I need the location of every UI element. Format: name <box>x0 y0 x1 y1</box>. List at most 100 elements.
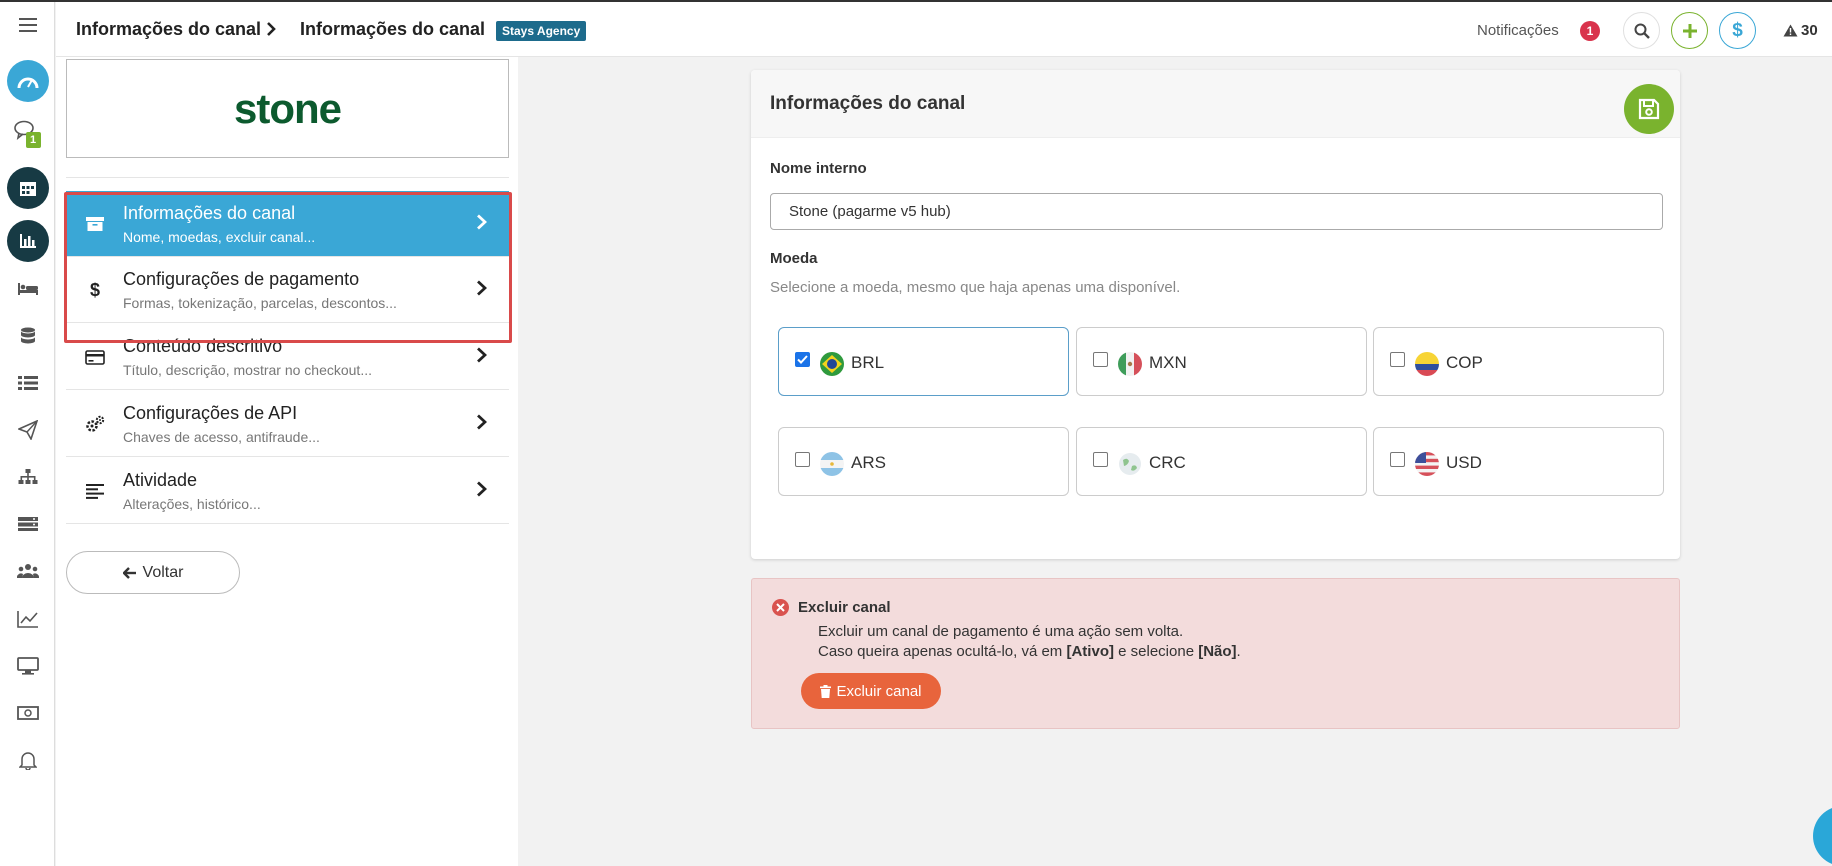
rail-chart-line[interactable] <box>0 596 55 642</box>
side-menu-api-settings[interactable]: Configurações de API Chaves de acesso, a… <box>66 391 509 457</box>
bed-icon <box>17 283 38 295</box>
currency-code: USD <box>1446 453 1482 472</box>
currency-checkbox[interactable] <box>1093 352 1108 367</box>
dollar-icon: $ <box>1732 19 1743 41</box>
chat-widget-button[interactable] <box>1813 806 1832 866</box>
rail-chat[interactable]: 1 <box>0 112 55 158</box>
sitemap-icon <box>18 469 37 484</box>
gears-icon <box>84 413 106 435</box>
side-menu-descriptive-content[interactable]: Conteúdo descritivo Título, descrição, m… <box>66 324 509 390</box>
rail-calendar[interactable] <box>0 165 55 211</box>
chevron-right-icon <box>477 481 487 497</box>
rail-server[interactable] <box>0 501 55 547</box>
menu-toggle[interactable] <box>0 2 55 48</box>
rail-money[interactable] <box>0 690 55 736</box>
argentina-flag-icon <box>820 452 844 476</box>
menu-title: Configurações de API <box>123 403 298 423</box>
delete-channel-title: Excluir canal <box>798 599 891 616</box>
menu-title: Conteúdo descritivo <box>123 336 283 356</box>
brazil-flag-icon <box>820 352 844 376</box>
rail-bell[interactable] <box>0 737 55 783</box>
rail-dashboard[interactable] <box>0 58 55 104</box>
menu-subtitle: Nome, moedas, excluir canal... <box>123 229 316 245</box>
database-icon <box>20 327 35 344</box>
chevron-right-icon <box>477 214 487 230</box>
side-divider <box>66 177 509 178</box>
currency-label: Moeda <box>770 250 818 267</box>
back-button[interactable]: Voltar <box>66 551 240 594</box>
money-icon <box>16 706 39 720</box>
globe-icon <box>1118 452 1142 476</box>
currency-option-mxn[interactable]: MXN <box>1076 327 1367 396</box>
warnings-count: 30 <box>1801 22 1818 39</box>
currency-option-crc[interactable]: CRC <box>1076 427 1367 496</box>
currency-option-cop[interactable]: COP <box>1373 327 1664 396</box>
side-menu-payment-settings[interactable]: $ Configurações de pagamento Formas, tok… <box>66 257 509 323</box>
rail-reports[interactable] <box>0 218 55 264</box>
currency-checkbox[interactable] <box>1390 352 1405 367</box>
side-menu-activity[interactable]: Atividade Alterações, histórico... <box>66 458 509 524</box>
error-circle-icon <box>772 599 789 616</box>
add-button[interactable] <box>1671 12 1708 49</box>
rail-users[interactable] <box>0 548 55 594</box>
currency-checkbox[interactable] <box>795 352 810 367</box>
currency-code: ARS <box>851 453 886 472</box>
send-icon <box>17 420 38 440</box>
search-button[interactable] <box>1623 12 1660 49</box>
rail-send[interactable] <box>0 407 55 453</box>
internal-name-input[interactable] <box>770 193 1663 230</box>
billing-button[interactable]: $ <box>1719 12 1756 49</box>
rail-database[interactable] <box>0 313 55 359</box>
side-menu-channel-info[interactable]: Informações do canal Nome, moedas, exclu… <box>66 191 509 257</box>
currency-code: BRL <box>851 353 885 372</box>
rail-list[interactable] <box>0 360 55 406</box>
channel-logo-box: stone <box>66 59 509 158</box>
notifications-count-badge: 1 <box>1580 21 1600 41</box>
breadcrumb-current: Informações do canal <box>300 19 486 39</box>
save-button[interactable] <box>1624 84 1674 134</box>
currency-option-brl[interactable]: BRL <box>778 327 1069 396</box>
warnings-indicator[interactable]: 30 <box>1783 22 1818 39</box>
search-icon <box>1634 23 1650 39</box>
rail-bed[interactable] <box>0 266 55 312</box>
chat-badge: 1 <box>25 132 41 148</box>
currency-checkbox[interactable] <box>795 452 810 467</box>
calendar-icon <box>6 167 49 209</box>
rail-sitemap[interactable] <box>0 454 55 500</box>
currency-hint: Selecione a moeda, mesmo que haja apenas… <box>770 279 1181 296</box>
agency-badge: Stays Agency <box>496 21 587 41</box>
hint-nao: [Não] <box>1198 643 1237 660</box>
monitor-icon <box>16 657 39 675</box>
delete-channel-button[interactable]: Excluir canal <box>801 673 941 709</box>
currency-checkbox[interactable] <box>1390 452 1405 467</box>
currency-checkbox[interactable] <box>1093 452 1108 467</box>
reports-icon <box>6 220 49 262</box>
currency-option-usd[interactable]: USD <box>1373 427 1664 496</box>
card-header: Informações do canal <box>751 70 1680 138</box>
menu-title: Configurações de pagamento <box>123 269 360 289</box>
back-button-label: Voltar <box>142 563 184 581</box>
delete-channel-button-label: Excluir canal <box>836 682 922 700</box>
dashboard-icon <box>6 60 49 102</box>
trash-icon <box>820 684 832 698</box>
card-title: Informações do canal <box>770 93 966 114</box>
plus-icon <box>1682 23 1697 38</box>
hint-ativo: [Ativo] <box>1066 643 1114 660</box>
users-icon <box>16 564 39 578</box>
colombia-flag-icon <box>1415 352 1439 376</box>
delete-warning-text: Excluir um canal de pagamento é uma ação… <box>818 623 1184 640</box>
hint-prefix: Caso queira apenas ocultá-lo, vá em <box>818 643 1067 660</box>
icon-rail: 1 <box>0 2 55 866</box>
save-icon <box>1638 98 1660 120</box>
chevron-right-icon <box>477 347 487 363</box>
delete-hint-text: Caso queira apenas ocultá-lo, vá em [Ati… <box>818 643 1241 660</box>
currency-code: MXN <box>1149 353 1187 372</box>
chevron-right-icon <box>267 22 276 36</box>
breadcrumb-parent[interactable]: Informações do canal <box>76 19 261 40</box>
menu-subtitle: Chaves de acesso, antifraude... <box>123 429 320 445</box>
currency-option-ars[interactable]: ARS <box>778 427 1069 496</box>
align-left-icon <box>84 480 106 502</box>
notifications-link[interactable]: Notificações <box>1477 22 1559 39</box>
credit-card-icon <box>84 346 106 368</box>
rail-monitor[interactable] <box>0 643 55 689</box>
